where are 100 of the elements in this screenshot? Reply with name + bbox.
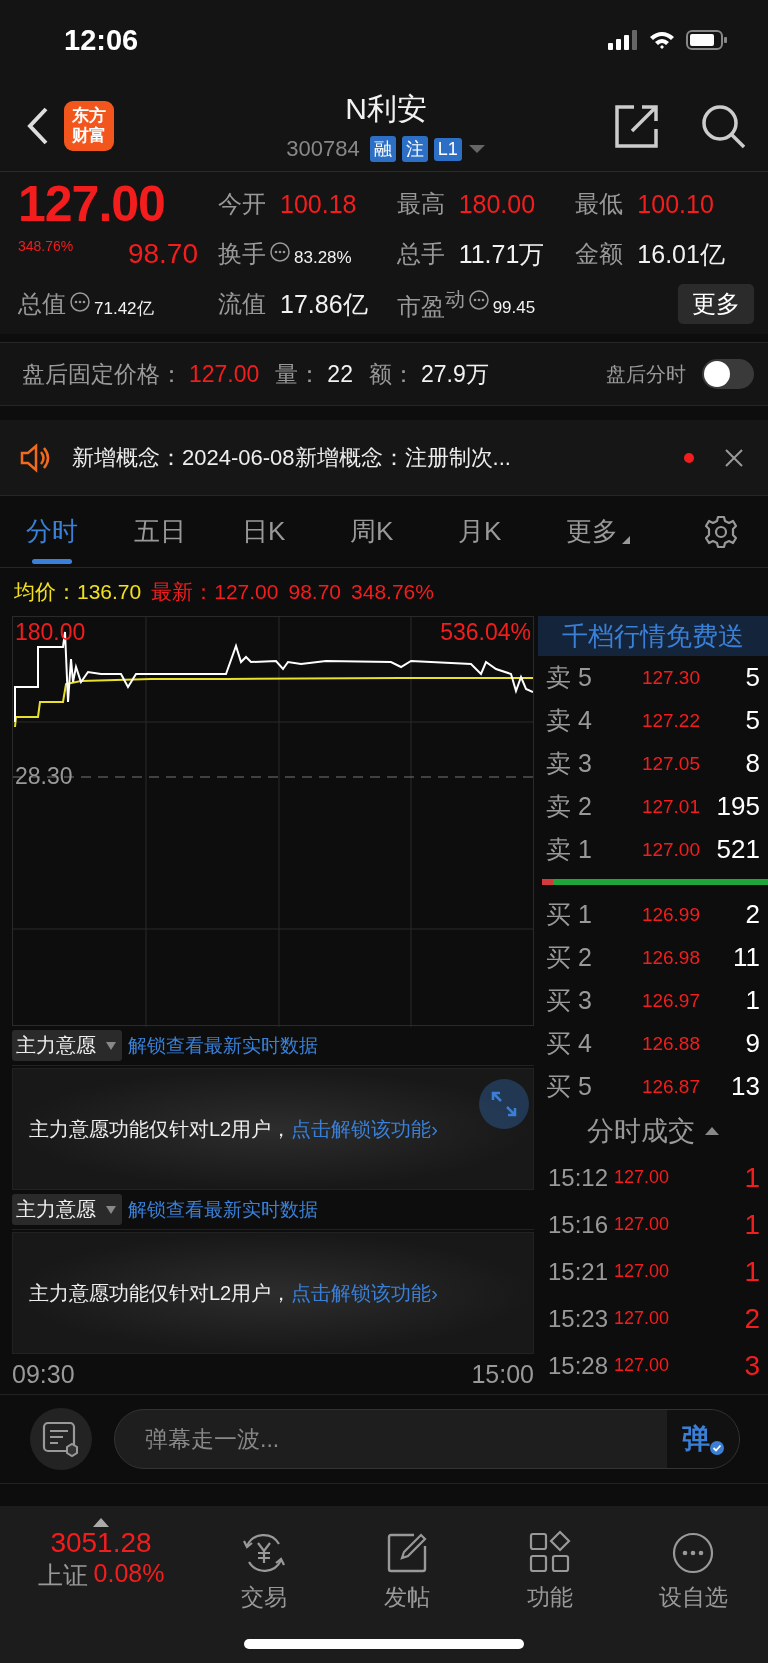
nav-item[interactable]: 发帖 xyxy=(352,1518,462,1613)
after-hours-label: 盘后固定价格： xyxy=(22,359,183,389)
price-change: 98.70 xyxy=(127,238,198,270)
index-value[interactable]: 3051.28 xyxy=(50,1527,152,1559)
trade-time: 15:21 xyxy=(548,1257,609,1286)
stat-label: 总手 xyxy=(396,239,445,269)
danmaku-input[interactable]: 弹幕走一波... 弹 xyxy=(114,1409,740,1469)
ask-price: 127.05 xyxy=(640,752,700,775)
axis-label: 536.04% xyxy=(440,619,531,646)
bid-price: 126.88 xyxy=(640,1032,700,1055)
trade-price: 127.00 xyxy=(614,1355,670,1376)
bid-volume: 11 xyxy=(733,942,760,973)
trade-time: 15:28 xyxy=(548,1351,609,1380)
close-icon[interactable] xyxy=(724,447,744,468)
time-label: 15:00 xyxy=(471,1359,534,1389)
send-danmaku-button[interactable]: 弹 xyxy=(667,1410,739,1468)
nav-item[interactable]: 功能 xyxy=(495,1518,605,1613)
amount-value: 27.9万 xyxy=(420,359,489,389)
stat-value: 71.42亿 xyxy=(94,297,154,320)
ask-price: 127.01 xyxy=(640,795,700,818)
settings-icon[interactable] xyxy=(41,1420,81,1458)
bid-volume: 13 xyxy=(731,1071,760,1102)
indicator-dropdown[interactable]: 主力意愿 xyxy=(12,1030,122,1061)
ask-level: 卖 3 xyxy=(546,748,593,779)
wifi-icon xyxy=(648,30,676,50)
stat-value: 11.71万 xyxy=(458,238,545,270)
unlock-link[interactable]: 点击解锁该功能› xyxy=(291,1279,438,1307)
info-icon[interactable] xyxy=(468,289,489,310)
app-logo: 东方 财富 xyxy=(64,100,114,151)
unlock-link[interactable]: 解锁查看最新实时数据 xyxy=(128,1032,318,1059)
trade-time: 15:16 xyxy=(548,1210,609,1239)
chart-tab[interactable]: 分时 xyxy=(20,495,128,568)
bid-level: 买 4 xyxy=(546,1028,593,1059)
bid-level: 买 1 xyxy=(546,899,593,930)
unlock-link[interactable]: 解锁查看最新实时数据 xyxy=(128,1196,318,1223)
chart-tab[interactable]: 五日 xyxy=(128,495,236,568)
trade-volume: 2 xyxy=(744,1302,760,1335)
search-icon[interactable] xyxy=(700,102,746,149)
bid-level: 买 5 xyxy=(546,1071,593,1102)
corner-triangle-icon[interactable] xyxy=(622,535,630,544)
stat-value: 17.86亿 xyxy=(280,288,368,320)
stat-label: 流值 xyxy=(218,289,266,319)
trade-volume: 1 xyxy=(744,1161,760,1194)
nav-item[interactable]: 设自选 xyxy=(638,1518,748,1613)
trade-volume: 1 xyxy=(744,1208,760,1241)
trades-title[interactable]: 分时成交 xyxy=(587,1113,695,1149)
chart-tab[interactable]: 月K xyxy=(452,495,560,568)
back-icon[interactable] xyxy=(26,105,50,146)
ask-price: 127.22 xyxy=(640,709,700,732)
more-button[interactable]: 更多 xyxy=(678,284,754,324)
ask-volume: 195 xyxy=(716,791,760,822)
settings-icon[interactable] xyxy=(704,514,738,549)
axis-label: 180.00 xyxy=(15,619,86,646)
latest-price-label: 最新： xyxy=(151,579,215,605)
after-hours-toggle[interactable] xyxy=(702,359,754,389)
expand-button[interactable] xyxy=(479,1079,529,1129)
info-icon[interactable] xyxy=(270,242,290,262)
change-percent: 348.76% xyxy=(18,238,74,254)
indicator-dropdown[interactable]: 主力意愿 xyxy=(12,1194,122,1225)
caret-icon[interactable] xyxy=(106,1205,116,1214)
average-price: 136.70 xyxy=(77,580,142,604)
chart-tab[interactable]: 更多 xyxy=(560,495,668,568)
stat-value: 16.01亿 xyxy=(637,238,725,270)
last-price: 127.00 xyxy=(18,175,166,233)
trade-price: 127.00 xyxy=(614,1261,670,1282)
caret-icon xyxy=(93,1518,109,1527)
ask-volume: 521 xyxy=(716,834,760,865)
bid-price: 126.98 xyxy=(640,946,700,969)
latest-change: 98.70 xyxy=(288,580,342,604)
stat-value: 180.00 xyxy=(458,189,536,219)
time-label: 09:30 xyxy=(12,1359,75,1389)
status-time: 12:06 xyxy=(64,23,139,57)
ask-volume: 5 xyxy=(745,705,760,736)
stat-value: 100.10 xyxy=(637,189,714,219)
more-icon[interactable] xyxy=(670,1530,716,1576)
index-change[interactable]: 0.08% xyxy=(93,1559,165,1592)
caret-icon[interactable] xyxy=(705,1127,719,1135)
index-name[interactable]: 上证 xyxy=(37,1559,88,1592)
check-icon xyxy=(710,1441,724,1455)
nav-item[interactable]: 交易 xyxy=(209,1518,319,1613)
trade-time: 15:12 xyxy=(548,1163,609,1192)
ask-level: 卖 5 xyxy=(546,662,593,693)
share-icon[interactable] xyxy=(614,102,660,149)
chart-tab[interactable]: 周K xyxy=(344,495,452,568)
caret-icon[interactable] xyxy=(467,144,486,154)
unlock-link[interactable]: 点击解锁该功能› xyxy=(291,1115,438,1143)
expand-icon[interactable] xyxy=(490,1090,518,1118)
caret-icon[interactable] xyxy=(106,1041,116,1050)
trade-price: 127.00 xyxy=(614,1167,670,1188)
average-price-label: 均价： xyxy=(14,579,77,605)
volume-value: 22 xyxy=(327,360,353,388)
promo-banner[interactable]: 千档行情免费送 xyxy=(538,616,768,656)
ask-price: 127.00 xyxy=(640,838,700,861)
bid-price: 126.97 xyxy=(640,989,700,1012)
stock-code: 300784 xyxy=(286,136,360,162)
market-tag: 注 xyxy=(401,136,428,162)
stat-value: 100.18 xyxy=(280,189,357,219)
info-icon[interactable] xyxy=(70,292,90,312)
trade-price: 127.00 xyxy=(614,1214,670,1235)
chart-tab[interactable]: 日K xyxy=(236,495,344,568)
